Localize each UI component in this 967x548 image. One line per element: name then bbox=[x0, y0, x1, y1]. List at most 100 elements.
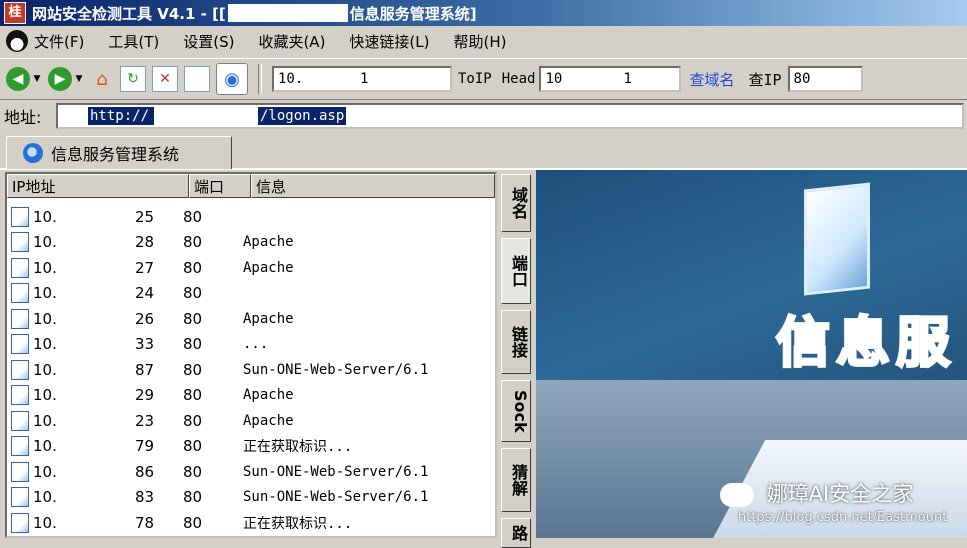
menu-tools[interactable]: 工具(T) bbox=[108, 31, 159, 52]
watermark: 娜璋AI安全之家 bbox=[720, 478, 913, 508]
document-icon bbox=[11, 206, 29, 227]
cell-ip-end: 33 bbox=[135, 335, 155, 353]
side-tab-crack[interactable]: 猜解 bbox=[501, 448, 531, 512]
redacted-block bbox=[63, 460, 133, 481]
document-icon bbox=[11, 436, 29, 456]
tab-label: 信息服务管理系统 bbox=[51, 145, 180, 164]
window-title-prefix: 网站安全检测工具 V4.1 - [[ bbox=[32, 4, 226, 23]
menu-file[interactable]: 文件(F) bbox=[34, 31, 84, 52]
back-dropdown-icon[interactable]: ▼ bbox=[32, 67, 42, 91]
cell-info: Apache bbox=[243, 310, 294, 327]
toip-label: ToIP bbox=[458, 71, 492, 87]
penguin-icon bbox=[6, 30, 28, 52]
table-row[interactable]: 10. 83 80 Sun-ONE-Web-Server/6.1 bbox=[7, 485, 495, 510]
table-row[interactable]: 10. 87 80 Sun-ONE-Web-Server/6.1 bbox=[7, 357, 495, 382]
cell-ip-start: 10. bbox=[33, 335, 57, 353]
table-row[interactable]: 10. 78 80 正在获取标识... bbox=[7, 510, 495, 535]
menu-bar: 文件(F) 工具(T) 设置(S) 收藏夹(A) 快速链接(L) 帮助(H) bbox=[0, 27, 967, 55]
redacted-block bbox=[569, 68, 622, 90]
cell-info: Apache bbox=[243, 387, 294, 403]
redacted-block bbox=[154, 107, 260, 125]
forward-icon[interactable]: ▶ bbox=[48, 67, 72, 91]
cell-port: 80 bbox=[183, 488, 203, 506]
side-tab-domain[interactable]: 域名 bbox=[501, 174, 531, 232]
head-ip-input[interactable]: 10 1 bbox=[539, 66, 682, 92]
cell-ip: 10. 24 bbox=[29, 282, 183, 302]
column-header-port[interactable]: 端口 bbox=[189, 174, 251, 198]
side-tab-port[interactable]: 端口 bbox=[501, 238, 531, 304]
app-icon: 桂 bbox=[4, 2, 26, 24]
page-icon[interactable] bbox=[184, 66, 210, 92]
cell-port: 80 bbox=[183, 284, 203, 302]
redacted-block bbox=[63, 333, 133, 353]
stop-icon[interactable]: ✕ bbox=[152, 66, 178, 92]
cell-port: 80 bbox=[183, 233, 203, 251]
cell-info: Apache bbox=[243, 259, 294, 276]
cell-ip: 10. 83 bbox=[29, 486, 183, 506]
cell-ip-end: 23 bbox=[135, 411, 155, 430]
back-icon[interactable]: ◀ bbox=[6, 67, 30, 91]
column-header-info[interactable]: 信息 bbox=[251, 174, 495, 198]
table-row[interactable]: 10. 29 80 Apache bbox=[7, 383, 495, 408]
cell-ip: 10. 26 bbox=[29, 307, 183, 328]
menu-settings[interactable]: 设置(S) bbox=[183, 31, 234, 52]
cell-port: 80 bbox=[183, 513, 203, 532]
cell-ip: 10. 25 bbox=[29, 205, 183, 226]
refresh-icon[interactable]: ↻ bbox=[120, 66, 146, 92]
ip-range-start-input[interactable]: 10. 1 bbox=[272, 66, 452, 92]
document-icon bbox=[11, 385, 29, 405]
forward-dropdown-icon[interactable]: ▼ bbox=[74, 67, 84, 91]
table-row[interactable]: 10. 27 80 Apache bbox=[7, 255, 495, 280]
menu-help[interactable]: 帮助(H) bbox=[453, 31, 506, 52]
table-row[interactable]: 10. 33 80... bbox=[7, 332, 495, 357]
table-row[interactable]: 10. 86 80 Sun-ONE-Web-Server/6.1 bbox=[7, 459, 495, 484]
address-input[interactable]: http:// /logon.asp bbox=[56, 103, 964, 129]
redacted-block bbox=[63, 282, 133, 302]
cell-info: Apache bbox=[243, 234, 294, 250]
globe-icon[interactable]: ◉ bbox=[216, 63, 248, 95]
cell-info: Sun-ONE-Web-Server/6.1 bbox=[243, 463, 429, 480]
redacted-block bbox=[308, 68, 356, 90]
lookup-domain-link[interactable]: 查域名 bbox=[689, 69, 734, 90]
port-input[interactable]: 80 bbox=[787, 66, 863, 92]
cell-info: Sun-ONE-Web-Server/6.1 bbox=[243, 489, 429, 505]
cell-info: Sun-ONE-Web-Server/6.1 bbox=[243, 361, 429, 378]
cell-port: 80 bbox=[183, 386, 203, 404]
address-bar: 地址: http:// /logon.asp bbox=[0, 101, 967, 131]
cell-ip-start: 10. bbox=[33, 360, 57, 379]
side-tab-links[interactable]: 链接 bbox=[501, 310, 531, 374]
table-row[interactable]: 10. 24 80 bbox=[7, 281, 495, 306]
table-row[interactable]: 10. 26 80 Apache bbox=[7, 306, 495, 331]
tab-strip: 信息服务管理系统 bbox=[0, 134, 967, 170]
document-icon bbox=[11, 461, 29, 482]
table-row[interactable]: 10. 28 80 Apache bbox=[7, 230, 495, 255]
lookup-ip-label[interactable]: 查IP bbox=[748, 69, 781, 90]
table-row[interactable]: 10. 23 80 Apache bbox=[7, 408, 495, 433]
cell-ip: 10. 29 bbox=[29, 384, 183, 404]
scan-result-list[interactable]: IP地址 端口 信息 10. 25 80 10. 28 80 Apache 10. 27 80 Ap… bbox=[5, 172, 497, 538]
document-icon bbox=[11, 359, 29, 380]
side-tab-more[interactable]: 路 bbox=[501, 518, 531, 548]
home-icon[interactable]: ⌂ bbox=[90, 67, 114, 91]
cell-ip: 10. 78 bbox=[29, 511, 183, 532]
cell-ip-end: 78 bbox=[135, 513, 155, 532]
redacted-block bbox=[63, 307, 133, 328]
table-row[interactable]: 10. 79 80 正在获取标识... bbox=[7, 434, 495, 459]
column-header-ip[interactable]: IP地址 bbox=[7, 174, 189, 198]
side-tab-sock[interactable]: Sock bbox=[501, 380, 531, 442]
cell-ip: 10. 28 bbox=[29, 231, 183, 251]
toolbar-separator bbox=[258, 64, 262, 94]
menu-favorites[interactable]: 收藏夹(A) bbox=[258, 31, 325, 52]
redacted-block bbox=[63, 358, 133, 379]
document-icon bbox=[11, 308, 29, 329]
tab-info-system[interactable]: 信息服务管理系统 bbox=[6, 136, 232, 169]
cell-ip-end: 86 bbox=[135, 462, 155, 481]
table-row[interactable]: 10. 25 80 bbox=[7, 204, 495, 229]
cell-port: 80 bbox=[183, 360, 203, 379]
ip-end-text: 1 bbox=[360, 71, 369, 87]
document-icon bbox=[11, 487, 29, 507]
ip-start-text: 10. bbox=[278, 71, 304, 87]
cell-port: 80 bbox=[183, 411, 203, 430]
cell-ip-end: 24 bbox=[135, 284, 155, 302]
menu-quick-links[interactable]: 快速链接(L) bbox=[349, 31, 429, 52]
